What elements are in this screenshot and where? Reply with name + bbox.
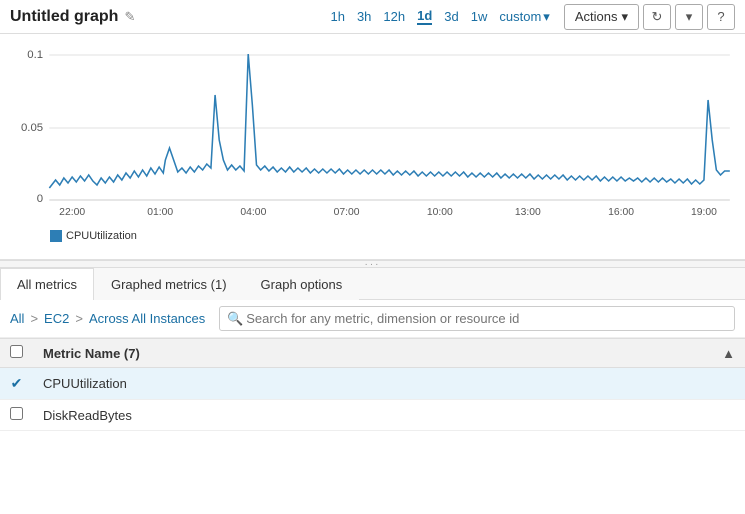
tabs-container: All metrics Graphed metrics (1) Graph op…	[0, 268, 745, 300]
table-row: DiskReadBytes	[0, 400, 745, 431]
tab-graph-options[interactable]: Graph options	[244, 268, 360, 300]
title-section: Untitled graph ✎	[10, 8, 330, 26]
tab-graphed-metrics[interactable]: Graphed metrics (1)	[94, 268, 244, 300]
select-all-header[interactable]	[0, 339, 33, 368]
breadcrumb-all[interactable]: All	[10, 311, 24, 326]
svg-text:04:00: 04:00	[240, 207, 266, 218]
refresh-button[interactable]: ↻	[643, 4, 671, 30]
sort-ascending-icon[interactable]: ▲	[722, 346, 735, 361]
metric-name-cell-1[interactable]: CPUUtilization	[33, 368, 745, 400]
legend-label: CPUUtilization	[66, 230, 137, 242]
svg-text:16:00: 16:00	[608, 207, 634, 218]
time-3d[interactable]: 3d	[444, 9, 458, 24]
tab-all-metrics[interactable]: All metrics	[0, 268, 94, 300]
chart-area: 0.1 0.05 0 22:00 01:00 04:00 07:00 10:00…	[0, 34, 745, 260]
svg-text:22:00: 22:00	[59, 207, 85, 218]
actions-button[interactable]: Actions ▾	[564, 4, 639, 30]
time-1h[interactable]: 1h	[330, 9, 344, 24]
metric-name-cell-2[interactable]: DiskReadBytes	[33, 400, 745, 431]
svg-text:13:00: 13:00	[515, 207, 541, 218]
table-row: ✔ CPUUtilization	[0, 368, 745, 400]
time-custom-button[interactable]: custom ▾	[499, 9, 549, 25]
row-checkbox-cell-2[interactable]	[0, 400, 33, 431]
metrics-table: Metric Name (7) ▲ ✔ CPUUtilization DiskR…	[0, 338, 745, 431]
help-icon: ?	[717, 9, 724, 24]
svg-text:0.1: 0.1	[27, 49, 43, 61]
svg-text:07:00: 07:00	[334, 207, 360, 218]
chart-svg: 0.1 0.05 0 22:00 01:00 04:00 07:00 10:00…	[10, 40, 735, 225]
breadcrumb-instances[interactable]: Across All Instances	[89, 311, 205, 326]
resize-dots-icon: ···	[365, 259, 381, 270]
dropdown-button[interactable]: ▾	[675, 4, 703, 30]
app-header: Untitled graph ✎ 1h 3h 12h 1d 3d 1w cust…	[0, 0, 745, 34]
svg-text:19:00: 19:00	[691, 207, 717, 218]
breadcrumb-sep-1: >	[30, 311, 38, 326]
metric-name-header: Metric Name (7) ▲	[33, 339, 745, 368]
time-1d[interactable]: 1d	[417, 8, 432, 25]
table-header-row: Metric Name (7) ▲	[0, 339, 745, 368]
dropdown-icon: ▾	[686, 9, 693, 25]
search-input[interactable]	[219, 306, 735, 331]
time-1w[interactable]: 1w	[471, 9, 488, 24]
help-button[interactable]: ?	[707, 4, 735, 30]
chart-legend: CPUUtilization	[10, 230, 735, 242]
svg-text:0: 0	[37, 193, 43, 205]
time-controls: 1h 3h 12h 1d 3d 1w custom ▾	[330, 8, 549, 25]
graph-title: Untitled graph	[10, 8, 118, 26]
row-checkbox-2[interactable]	[10, 407, 23, 420]
time-3h[interactable]: 3h	[357, 9, 371, 24]
breadcrumb-ec2[interactable]: EC2	[44, 311, 69, 326]
search-container: 🔍	[219, 306, 735, 331]
svg-text:10:00: 10:00	[427, 207, 453, 218]
search-icon: 🔍	[227, 311, 243, 327]
svg-text:01:00: 01:00	[147, 207, 173, 218]
time-12h[interactable]: 12h	[383, 9, 405, 24]
edit-icon[interactable]: ✎	[124, 9, 135, 25]
select-all-checkbox[interactable]	[10, 345, 23, 358]
breadcrumb-search-row: All > EC2 > Across All Instances 🔍	[0, 300, 745, 338]
checked-icon: ✔	[11, 375, 23, 391]
refresh-icon: ↻	[652, 9, 663, 25]
row-checkbox-cell-1[interactable]: ✔	[0, 368, 33, 400]
svg-text:0.05: 0.05	[21, 122, 43, 134]
resize-handle[interactable]: ···	[0, 260, 745, 268]
header-buttons: Actions ▾ ↻ ▾ ?	[564, 4, 735, 30]
breadcrumb-sep-2: >	[75, 311, 83, 326]
legend-color	[50, 230, 62, 242]
